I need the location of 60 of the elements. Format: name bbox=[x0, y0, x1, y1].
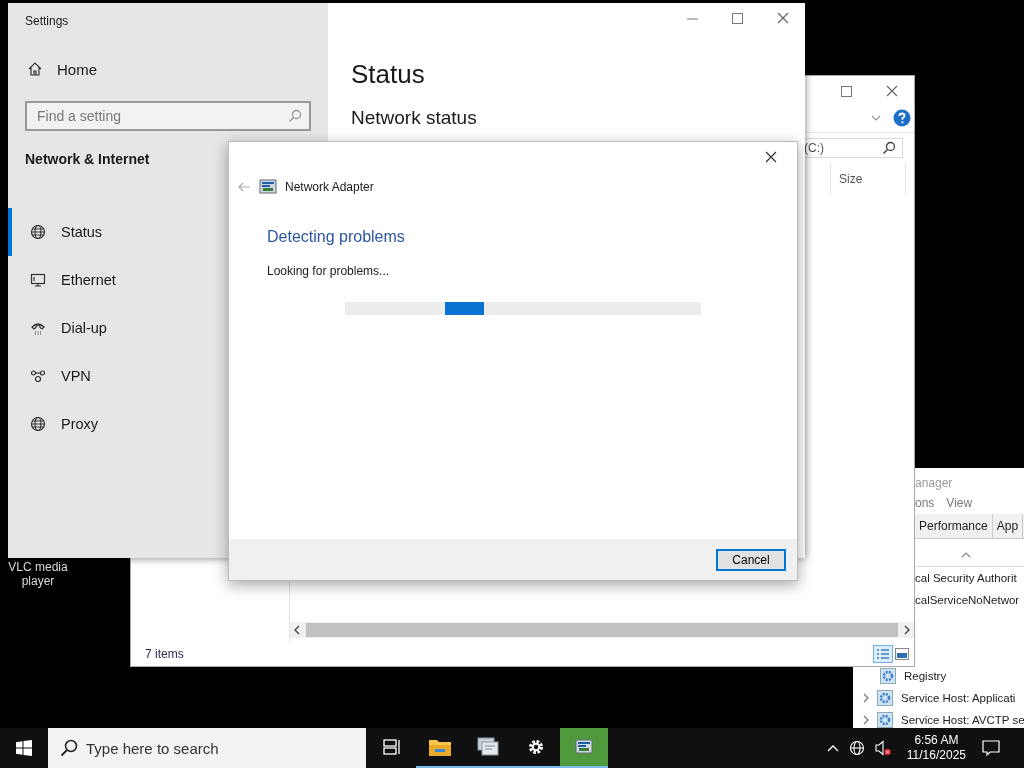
process-name: Service Host: Applicati bbox=[901, 692, 1016, 704]
gear-icon bbox=[877, 690, 893, 706]
desktop-icon-label[interactable]: VLC media player bbox=[4, 560, 72, 588]
globe-icon bbox=[30, 416, 46, 432]
scrollbar-thumb[interactable] bbox=[306, 623, 898, 637]
process-name: calServiceNoNetwor bbox=[915, 594, 1020, 606]
chevron-up-icon[interactable] bbox=[826, 744, 839, 752]
monitor-icon bbox=[30, 272, 46, 288]
volume-muted-icon[interactable] bbox=[874, 740, 891, 756]
large-icons-view-icon[interactable] bbox=[895, 648, 909, 660]
task-view-icon bbox=[383, 739, 401, 755]
tab[interactable]: App bbox=[992, 514, 1024, 538]
search-field[interactable]: Find a setting bbox=[25, 101, 311, 131]
scroll-right-icon[interactable] bbox=[904, 625, 910, 635]
windows-logo-icon bbox=[16, 740, 32, 756]
close-icon[interactable] bbox=[764, 151, 777, 163]
help-icon[interactable] bbox=[893, 109, 911, 127]
gear-icon bbox=[877, 712, 893, 728]
gear-icon bbox=[526, 737, 546, 757]
phone-icon bbox=[30, 320, 46, 336]
section-heading: Network status bbox=[351, 106, 478, 129]
time-text: 6:56 AM bbox=[914, 733, 959, 748]
process-name: Service Host: AVCTP se bbox=[901, 714, 1024, 726]
globe-icon bbox=[30, 224, 46, 240]
search-icon bbox=[288, 109, 302, 123]
menu-item[interactable]: View bbox=[946, 496, 973, 510]
page-heading: Status bbox=[351, 58, 426, 91]
computer-icon bbox=[476, 736, 500, 758]
window-title: Settings bbox=[25, 13, 70, 30]
column-header[interactable]: Size bbox=[830, 163, 906, 195]
maximize-icon[interactable] bbox=[732, 12, 743, 24]
process-name: cal Security Authorit bbox=[915, 572, 1017, 584]
maximize-icon[interactable] bbox=[841, 85, 852, 97]
clock[interactable]: 6:56 AM 11/16/2025 bbox=[906, 733, 966, 763]
globe-icon[interactable] bbox=[848, 740, 865, 756]
menu-item[interactable]: ons bbox=[915, 496, 935, 510]
date-text: 11/16/2025 bbox=[906, 748, 966, 763]
vpn-icon bbox=[30, 368, 46, 384]
scroll-left-icon[interactable] bbox=[294, 625, 300, 635]
home-icon bbox=[27, 61, 43, 77]
chevron-down-icon[interactable] bbox=[871, 115, 881, 121]
status-message: Looking for problems... bbox=[267, 264, 391, 278]
notification-icon[interactable] bbox=[982, 740, 1000, 756]
close-icon[interactable] bbox=[776, 12, 789, 24]
folder-icon bbox=[428, 737, 452, 757]
search-field[interactable]: Type here to search bbox=[48, 728, 366, 768]
close-icon[interactable] bbox=[885, 85, 898, 97]
search-icon bbox=[882, 141, 896, 155]
section-title: Network & Internet bbox=[25, 151, 150, 167]
dialog-title: Network Adapter bbox=[285, 180, 374, 194]
item-count: 7 items bbox=[145, 647, 184, 661]
home-link[interactable]: Home bbox=[25, 49, 311, 89]
horizontal-scrollbar[interactable] bbox=[290, 622, 914, 638]
network-adapter-icon bbox=[575, 739, 593, 755]
gear-icon bbox=[880, 668, 896, 684]
window-title: anager bbox=[915, 475, 954, 492]
cancel-button[interactable]: Cancel bbox=[716, 548, 786, 571]
process-name: Registry bbox=[904, 670, 947, 682]
sort-caret-icon[interactable] bbox=[961, 552, 971, 558]
network-adapter-icon bbox=[259, 179, 277, 195]
